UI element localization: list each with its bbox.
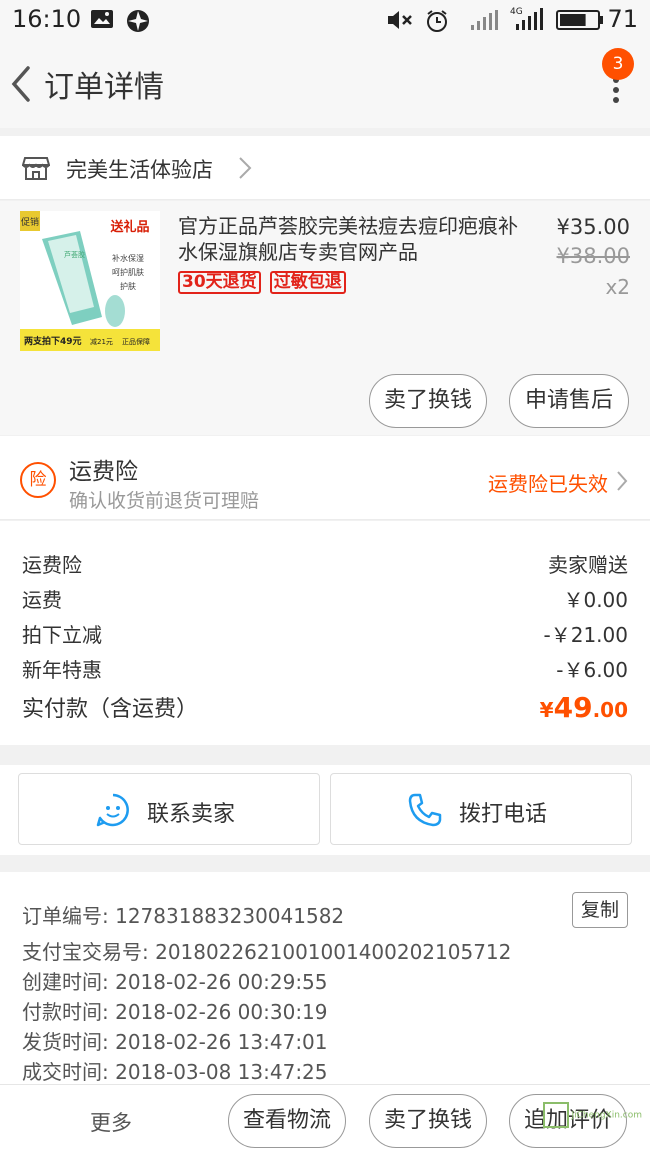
product-image: 促销 送礼品 芦荟胶 补水保湿 呵护肌肤 护肤 两支拍下49元 减21元 正品保… xyxy=(20,211,160,351)
status-bar: 16:10 4G 71 xyxy=(0,0,650,40)
payment-time: 付款时间: 2018-02-26 00:30:19 xyxy=(22,1000,328,1024)
store-icon xyxy=(21,155,51,185)
contact-seller-label: 联系卖家 xyxy=(147,802,236,827)
summary-value: 卖家赠送 xyxy=(548,553,628,577)
summary-label: 新年特惠 xyxy=(22,658,102,682)
tag-30-day-return: 30天退货 xyxy=(178,271,261,294)
view-logistics-button[interactable]: 查看物流 xyxy=(228,1094,346,1148)
created-time: 创建时间: 2018-02-26 00:29:55 xyxy=(22,970,328,994)
phone-icon xyxy=(407,792,443,832)
thumbnail-feature-2: 呵护肌肤 xyxy=(112,267,144,277)
thumbnail-discount: 减21元 xyxy=(90,337,113,346)
thumbnail-promo: 两支拍下49元 xyxy=(24,335,82,347)
shipping-insurance-row[interactable]: 险 运费险 确认收货前退货可理赔 运费险已失效 xyxy=(0,436,650,520)
total-currency: ¥ xyxy=(539,698,554,722)
total-label: 实付款（含运费） xyxy=(22,697,199,722)
summary-row: 运费险 卖家赠送 xyxy=(22,549,628,578)
aperture-notification-icon xyxy=(126,9,150,37)
product-name[interactable]: 官方正品芦荟胶完美祛痘去痘印疤痕补水保湿旗舰店专卖官网产品 xyxy=(178,213,528,265)
summary-row: 拍下立减 -￥21.00 xyxy=(22,619,628,648)
battery-icon xyxy=(556,10,604,34)
resell-button[interactable]: 卖了换钱 xyxy=(369,374,487,428)
total-integer: 49 xyxy=(553,691,593,724)
insurance-title: 运费险 xyxy=(69,459,138,485)
product-thumbnail[interactable]: 促销 送礼品 芦荟胶 补水保湿 呵护肌肤 护肤 两支拍下49元 减21元 正品保… xyxy=(20,211,160,351)
after-sales-button[interactable]: 申请售后 xyxy=(509,374,629,428)
insurance-subtitle: 确认收货前退货可理赔 xyxy=(69,490,260,512)
product-original-price: ¥38.00 xyxy=(556,244,630,268)
signal-icon xyxy=(470,9,498,35)
product-quantity: x2 xyxy=(605,275,630,299)
nav-bar: 订单详情 3 xyxy=(0,40,650,128)
insurance-status: 运费险已失效 xyxy=(488,472,608,496)
status-time: 16:10 xyxy=(12,5,82,33)
chevron-left-icon xyxy=(11,66,30,102)
shop-name: 完美生活体验店 xyxy=(66,158,213,182)
chat-bubble-icon xyxy=(95,792,131,832)
summary-value: ￥0.00 xyxy=(563,588,628,612)
summary-row: 运费 ￥0.00 xyxy=(22,584,628,613)
chevron-right-icon xyxy=(616,470,628,496)
price-summary: 运费险 卖家赠送 运费 ￥0.00 拍下立减 -￥21.00 新年特惠 -￥6.… xyxy=(0,521,650,745)
order-number: 订单编号: 127831883230041582 xyxy=(22,904,345,928)
product-tags: 30天退货 过敏包退 xyxy=(178,271,350,294)
call-phone-label: 拨打电话 xyxy=(459,802,548,827)
copy-button[interactable]: 复制 xyxy=(572,892,628,928)
more-actions-button[interactable]: 更多 xyxy=(90,1107,132,1137)
completed-time: 成交时间: 2018-03-08 13:47:25 xyxy=(22,1060,328,1084)
thumbnail-guarantee: 正品保障 xyxy=(122,337,150,346)
order-info: 订单编号: 127831883230041582 复制 支付宝交易号: 2018… xyxy=(0,872,650,1084)
tag-allergy-refund: 过敏包退 xyxy=(269,271,346,294)
signal-4g-icon: 4G xyxy=(510,4,546,36)
thumbnail-corner-label: 促销 xyxy=(21,216,39,228)
product-section: 促销 送礼品 芦荟胶 补水保湿 呵护肌肤 护肤 两支拍下49元 减21元 正品保… xyxy=(0,201,650,435)
image-notification-icon xyxy=(90,9,114,33)
thumbnail-feature-3: 护肤 xyxy=(120,281,136,291)
total-decimal: .00 xyxy=(592,698,628,722)
back-button[interactable] xyxy=(6,62,38,106)
summary-row: 新年特惠 -￥6.00 xyxy=(22,654,628,683)
alarm-icon xyxy=(425,9,449,37)
thumbnail-gift-label: 送礼品 xyxy=(109,219,149,235)
summary-label: 拍下立减 xyxy=(22,623,102,647)
battery-percent: 71 xyxy=(607,5,638,33)
shop-row[interactable]: 完美生活体验店 xyxy=(0,136,650,200)
contact-seller-button[interactable]: 联系卖家 xyxy=(18,773,320,845)
alipay-trade-number: 支付宝交易号: 2018022621001001400202105712 xyxy=(22,940,512,964)
shipped-time: 发货时间: 2018-02-26 13:47:01 xyxy=(22,1030,328,1054)
mute-icon xyxy=(386,9,414,35)
summary-label: 运费险 xyxy=(22,553,82,577)
product-price: ¥35.00 xyxy=(556,215,630,239)
contact-section: 联系卖家 拨打电话 xyxy=(0,765,650,855)
network-type-label: 4G xyxy=(510,7,523,17)
watermark-text: JiChengXin.com xyxy=(571,1110,642,1121)
call-phone-button[interactable]: 拨打电话 xyxy=(330,773,632,845)
summary-label: 运费 xyxy=(22,588,62,612)
total-row: 实付款（含运费） ¥49.00 xyxy=(22,691,628,724)
watermark-logo-icon xyxy=(542,1102,569,1128)
summary-value: -￥6.00 xyxy=(556,658,628,682)
watermark: JiChengXin.com xyxy=(542,1102,642,1128)
total-amount: ¥49.00 xyxy=(540,691,628,724)
chevron-right-icon xyxy=(238,156,252,184)
thumbnail-brand-label: 芦荟胶 xyxy=(64,250,85,259)
summary-value: -￥21.00 xyxy=(543,623,628,647)
notification-badge: 3 xyxy=(602,48,634,80)
thumbnail-feature-1: 补水保湿 xyxy=(112,253,144,263)
page-title: 订单详情 xyxy=(44,70,164,105)
insurance-icon: 险 xyxy=(20,462,56,498)
resell-bottom-button[interactable]: 卖了换钱 xyxy=(369,1094,487,1148)
